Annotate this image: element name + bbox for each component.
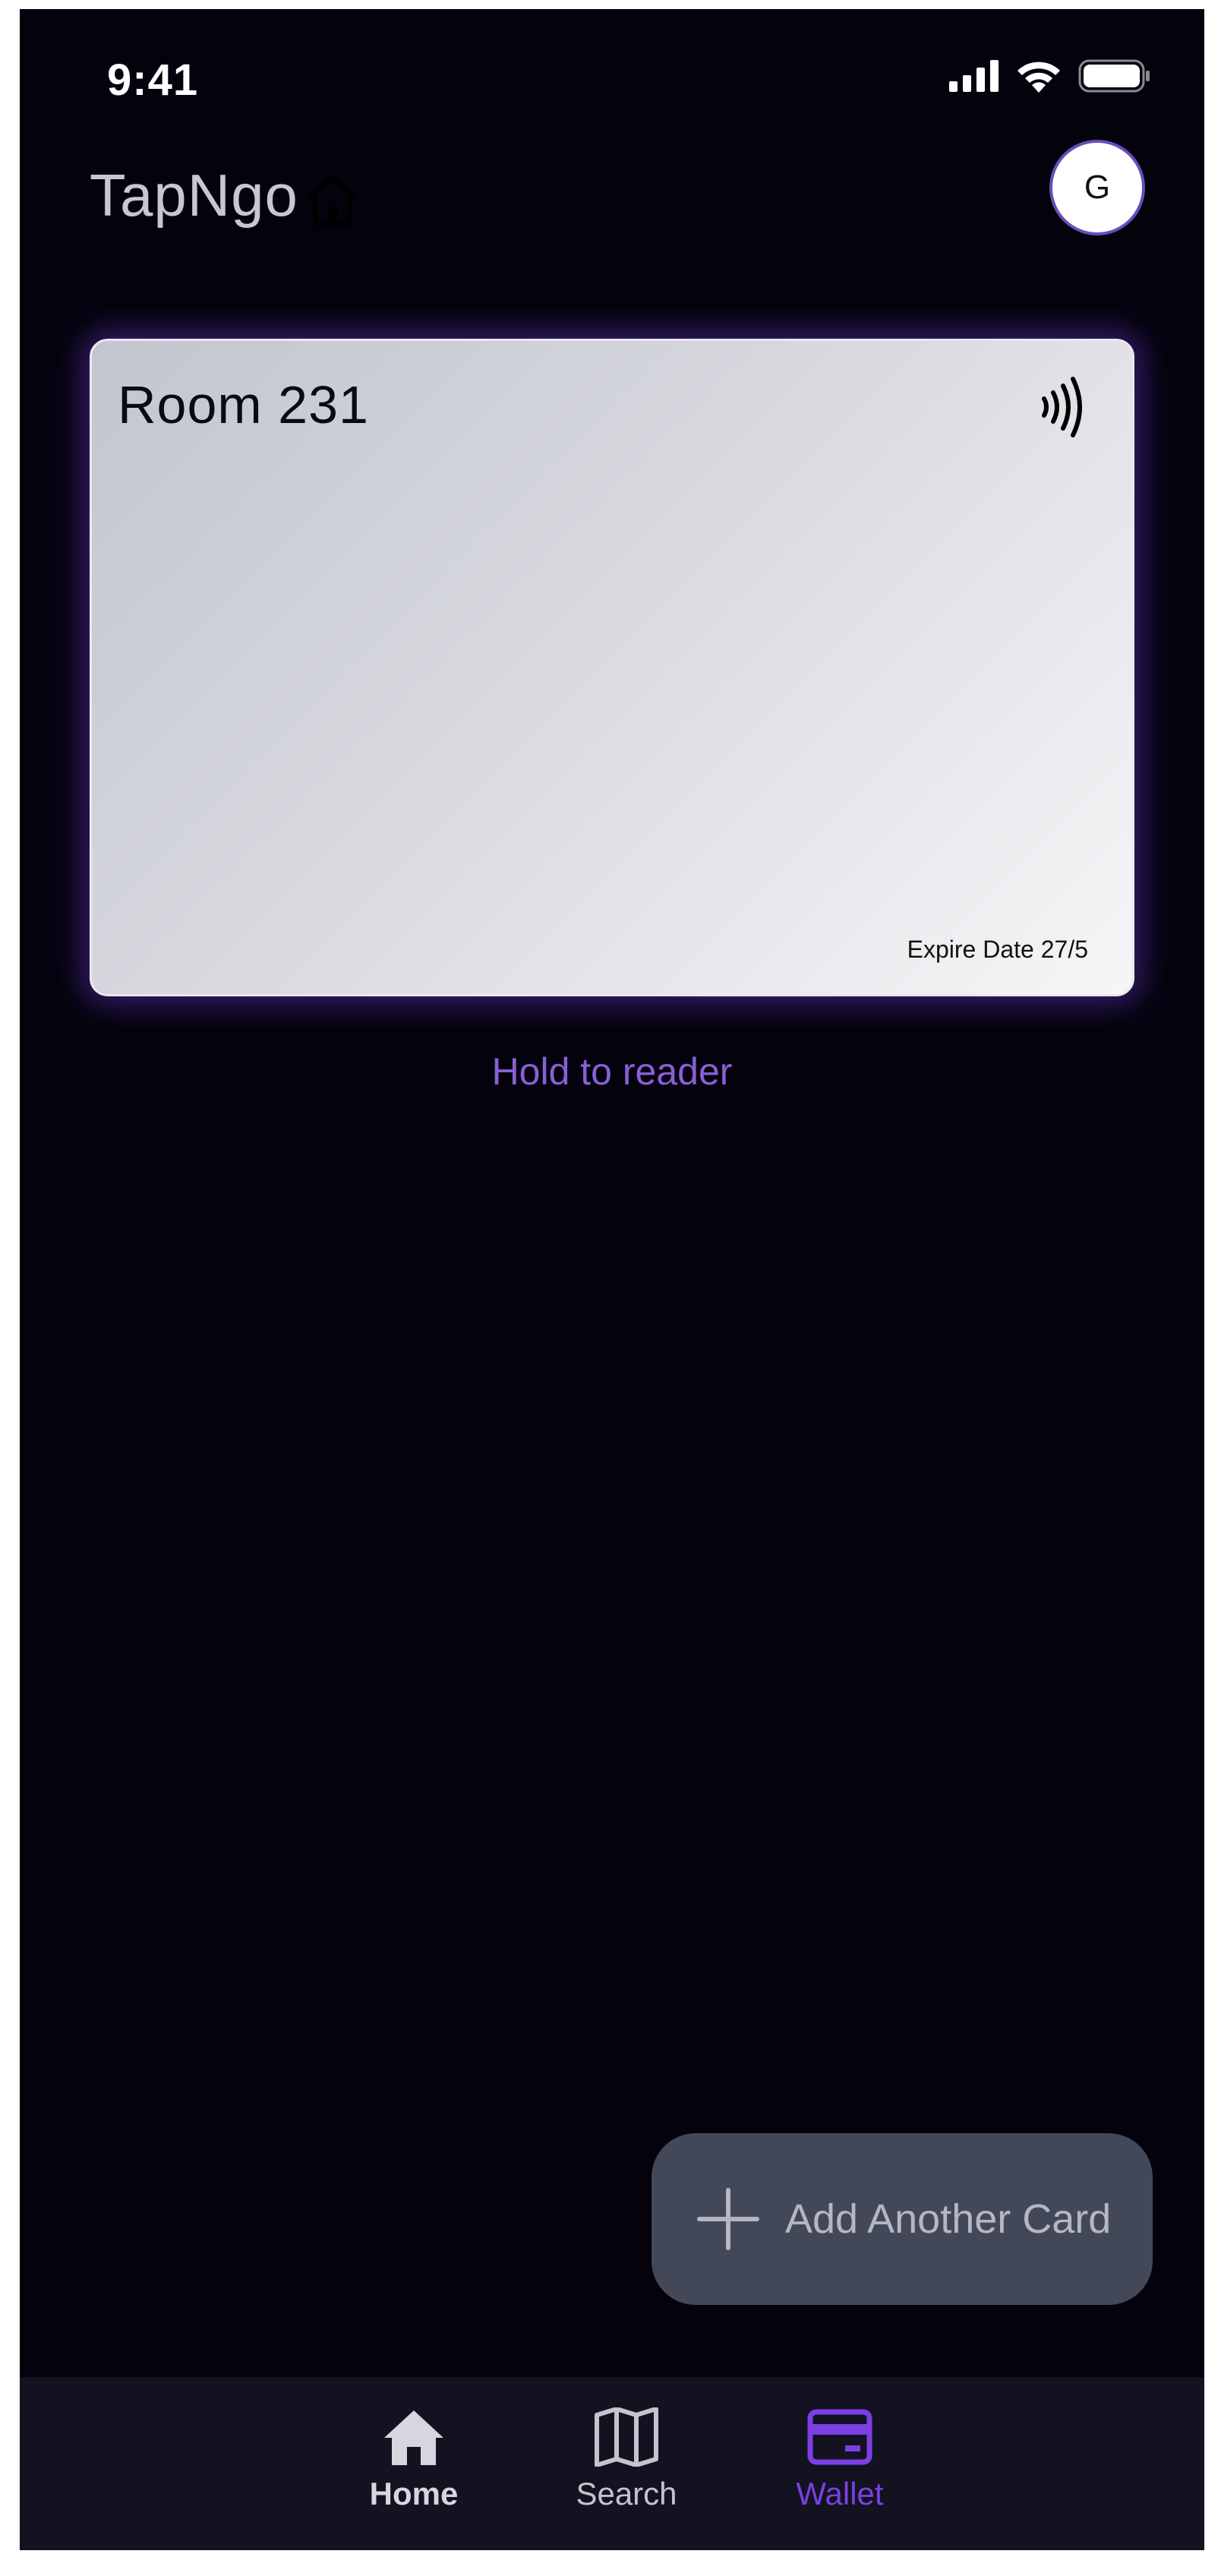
status-time: 9:41	[107, 55, 199, 105]
nav-item-search[interactable]: Search	[543, 2407, 710, 2512]
home-icon	[307, 175, 358, 226]
wifi-icon	[1018, 62, 1060, 93]
signal-icon	[949, 60, 999, 92]
card-expiry: Expire Date 27/5	[907, 936, 1088, 963]
nav-item-home[interactable]: Home	[330, 2407, 497, 2512]
card-title: Room 231	[118, 375, 369, 434]
room-key-card[interactable]: Room 231 Expire Date 27/5	[90, 339, 1134, 996]
add-another-card-button[interactable]: Add Another Card	[652, 2133, 1153, 2305]
map-icon	[595, 2407, 658, 2467]
add-card-label: Add Another Card	[785, 2196, 1112, 2242]
nfc-contactless-icon	[1042, 377, 1082, 437]
nav-label-search: Search	[576, 2476, 677, 2511]
plus-icon	[697, 2188, 759, 2250]
home-icon	[384, 2410, 443, 2465]
wallet-card-icon	[807, 2409, 872, 2465]
nav-label-wallet: Wallet	[796, 2476, 884, 2511]
status-icons	[949, 59, 1151, 93]
app-header: TapNgo	[90, 161, 362, 230]
nav-label-home: Home	[369, 2476, 459, 2511]
nav-item-wallet[interactable]: Wallet	[756, 2407, 923, 2512]
hold-to-reader-hint: Hold to reader	[491, 1050, 733, 1093]
bottom-nav: Home Search Wallet	[20, 2377, 1204, 2550]
battery-icon	[1078, 59, 1150, 93]
app-title: TapNgo	[90, 162, 298, 229]
phone-screen: 9:41 TapNgo G Room 231 Expire Date 27/5 …	[20, 9, 1204, 2550]
avatar[interactable]: G	[1049, 140, 1145, 235]
